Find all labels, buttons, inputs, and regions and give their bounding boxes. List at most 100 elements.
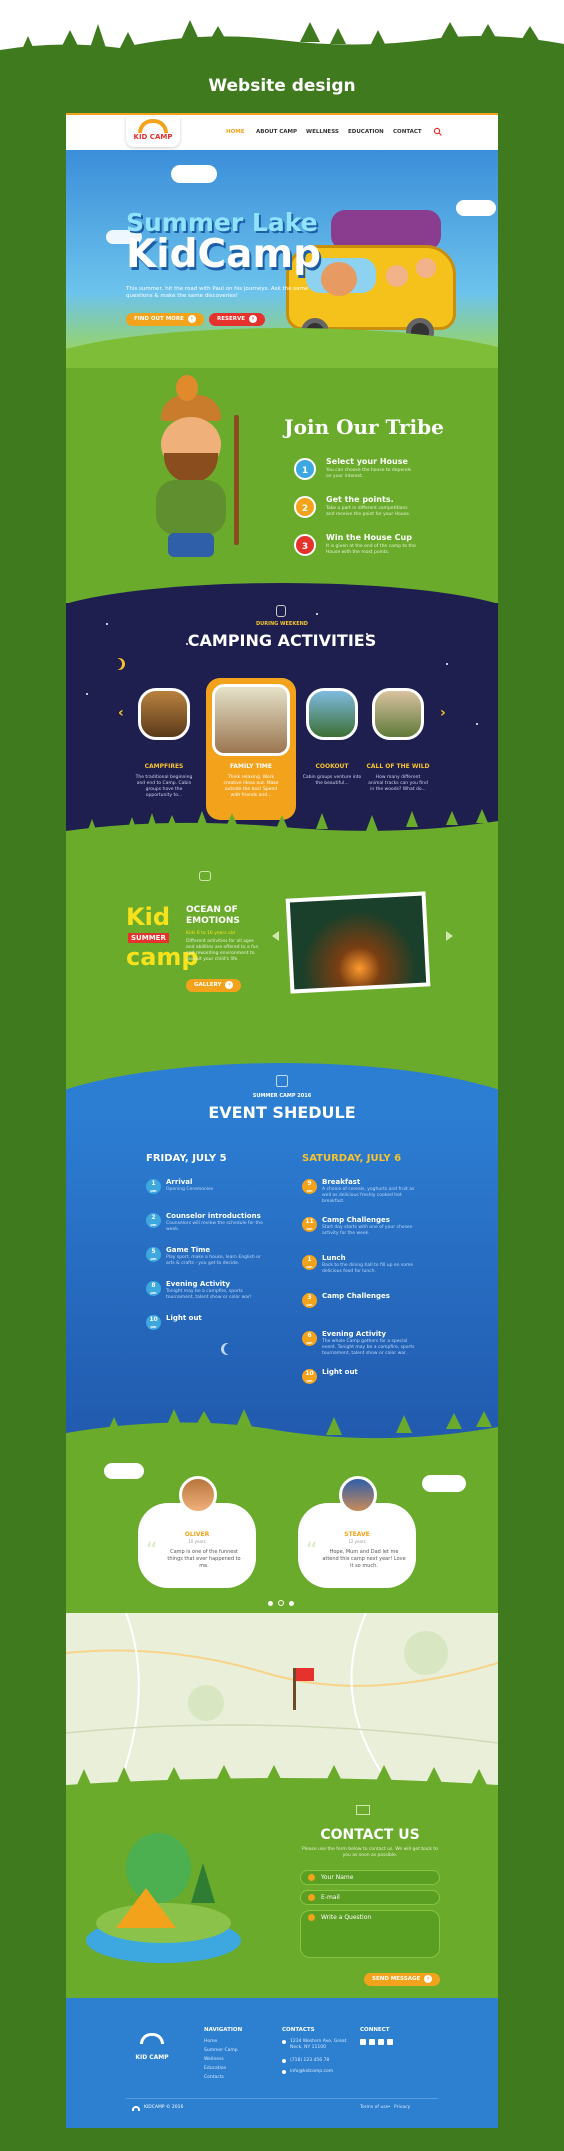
- nav-education[interactable]: EDUCATION: [348, 129, 384, 135]
- ranger-legs: [168, 533, 214, 557]
- banner-title: Website design: [208, 76, 356, 96]
- event-title: Lunch: [322, 1254, 346, 1262]
- footer-email[interactable]: info@kidcamp.com: [290, 2069, 333, 2074]
- moon-icon: [110, 658, 122, 670]
- footer-nav-home[interactable]: Home: [204, 2039, 217, 2044]
- nav-wellness[interactable]: WELLNESS: [306, 129, 339, 135]
- testimonial-2-quote: Hope, Mum and Dad let me attend this cam…: [322, 1549, 406, 1569]
- nav-contact[interactable]: CONTACT: [393, 129, 422, 135]
- facebook-icon[interactable]: [360, 2039, 366, 2045]
- footer-copyright: KIDCAMP © 2016: [144, 2105, 184, 2110]
- time-badge: 10 pm: [302, 1369, 317, 1384]
- map-pin-flag-icon[interactable]: [281, 1668, 314, 1712]
- footer-nav-contacts[interactable]: Contacts: [204, 2075, 224, 2080]
- star: [476, 723, 478, 725]
- star: [86, 693, 88, 695]
- event-title: Breakfast: [322, 1178, 361, 1186]
- time-ampm: pm: [306, 1265, 313, 1269]
- contact-subtitle: Please use the form below to contact us.…: [302, 1847, 438, 1858]
- time-badge: 8 pm: [146, 1281, 161, 1296]
- time-value: 10: [149, 1316, 158, 1323]
- send-message-button[interactable]: SEND MESSAGE ›: [364, 1973, 441, 1986]
- search-icon[interactable]: [433, 127, 442, 136]
- mail-icon: [356, 1805, 370, 1815]
- contact-title: CONTACT US: [320, 1827, 420, 1843]
- ranger-body: [156, 480, 226, 535]
- carousel-dot[interactable]: [289, 1601, 294, 1606]
- time-ampm: pm: [150, 1325, 157, 1329]
- event-desc: The whole Camp gathers for a special eve…: [322, 1339, 415, 1356]
- time-ampm: pm: [150, 1189, 157, 1193]
- at-icon: [308, 1894, 315, 1901]
- name-field[interactable]: Your Name: [300, 1870, 440, 1885]
- instagram-icon[interactable]: [387, 2039, 393, 2045]
- event-desc: Play sport, make a house, learn English …: [166, 1255, 261, 1266]
- youtube-icon[interactable]: [378, 2039, 384, 2045]
- event-desc: Back to the dining hall to fill up on so…: [322, 1263, 414, 1274]
- event-title: Game Time: [166, 1246, 211, 1254]
- day1-heading: FRIDAY, JULY 5: [146, 1153, 227, 1164]
- activities-kicker: DURING WEEKEND: [256, 621, 308, 627]
- testimonial-2-name: STEAVE: [344, 1531, 370, 1538]
- step-3-desc: It is given at the end of the camp to th…: [326, 544, 416, 555]
- time-badge: 9 am: [302, 1179, 317, 1194]
- camp-icon: [199, 871, 211, 881]
- carousel-dot[interactable]: [268, 1601, 273, 1606]
- tribe-title: Join Our Tribe: [284, 415, 444, 439]
- hero-subtitle: This summer, hit the road with Paul on h…: [126, 286, 309, 299]
- call-of-the-wild-image[interactable]: [372, 688, 424, 740]
- twitter-icon[interactable]: [369, 2039, 375, 2045]
- footer-nav-wellness[interactable]: Wellness: [204, 2057, 224, 2062]
- footer-nav-summer-camp[interactable]: Summer Camp: [204, 2048, 238, 2053]
- event-desc: Start day starts with one of your chosen…: [322, 1225, 413, 1236]
- chevron-left-icon[interactable]: ‹: [118, 705, 124, 721]
- time-ampm: pm: [306, 1341, 313, 1345]
- cloud: [422, 1475, 466, 1492]
- gallery-prev-icon[interactable]: [272, 931, 279, 941]
- hero-title-line2: KidCamp: [126, 232, 321, 277]
- moon-icon: [224, 1343, 236, 1355]
- email-field[interactable]: E-mail: [300, 1890, 440, 1905]
- step-1-badge: 1: [294, 458, 316, 480]
- testimonial-1-quote: Camp is one of the funnest things that e…: [167, 1549, 241, 1569]
- find-out-more-button[interactable]: FIND OUT MORE ›: [126, 313, 204, 326]
- reserve-button[interactable]: RESERVE ›: [209, 313, 265, 326]
- question-field[interactable]: Write a Question: [300, 1910, 440, 1958]
- event-desc: Tonight may be a campfire, sports tourna…: [166, 1289, 252, 1300]
- star: [316, 613, 318, 615]
- event-title: Counselor introductions: [166, 1212, 261, 1220]
- call-of-the-wild-label: CALL OF THE WILD: [366, 763, 430, 770]
- cookout-image[interactable]: [306, 688, 358, 740]
- time-value: 10: [305, 1370, 314, 1377]
- footer-privacy[interactable]: Privacy: [394, 2105, 410, 2110]
- star: [446, 663, 448, 665]
- location-icon: [282, 2040, 286, 2044]
- footer-divider: [126, 2098, 438, 2099]
- footer-nav-education[interactable]: Education: [204, 2066, 226, 2071]
- schedule-kicker: SUMMER CAMP 2016: [252, 1093, 312, 1099]
- nav-about-camp[interactable]: ABOUT CAMP: [256, 129, 297, 135]
- time-value: 2: [151, 1214, 156, 1221]
- chevron-right-icon[interactable]: ›: [440, 705, 446, 721]
- footer-logo[interactable]: KID CAMP: [132, 2033, 172, 2063]
- campfires-image[interactable]: [138, 688, 190, 740]
- cloud: [171, 165, 217, 183]
- time-value: 11: [305, 1218, 314, 1225]
- kid: [386, 265, 408, 287]
- time-ampm: am: [306, 1227, 313, 1231]
- gallery-next-icon[interactable]: [446, 931, 453, 941]
- event-desc: Counselors will review the schedule for …: [166, 1221, 263, 1232]
- footer-connect-title: CONNECT: [360, 2027, 390, 2033]
- footer-small-logo-icon: [132, 2106, 140, 2111]
- carousel-dot-active[interactable]: [278, 1600, 284, 1606]
- gallery-button[interactable]: GALLERY ›: [186, 979, 242, 992]
- time-badge: 11 am: [302, 1217, 317, 1232]
- nav-home[interactable]: HOME: [226, 129, 245, 135]
- time-value: 3: [307, 1294, 312, 1301]
- time-value: 9: [307, 1180, 312, 1187]
- ocean-desc: Different activities for all ages and ab…: [186, 939, 259, 962]
- event-title: Light out: [166, 1314, 202, 1322]
- campfire-photo-image: [289, 895, 427, 990]
- footer-terms[interactable]: Terms of use: [360, 2105, 388, 2110]
- site-logo[interactable]: KID CAMP: [126, 117, 180, 147]
